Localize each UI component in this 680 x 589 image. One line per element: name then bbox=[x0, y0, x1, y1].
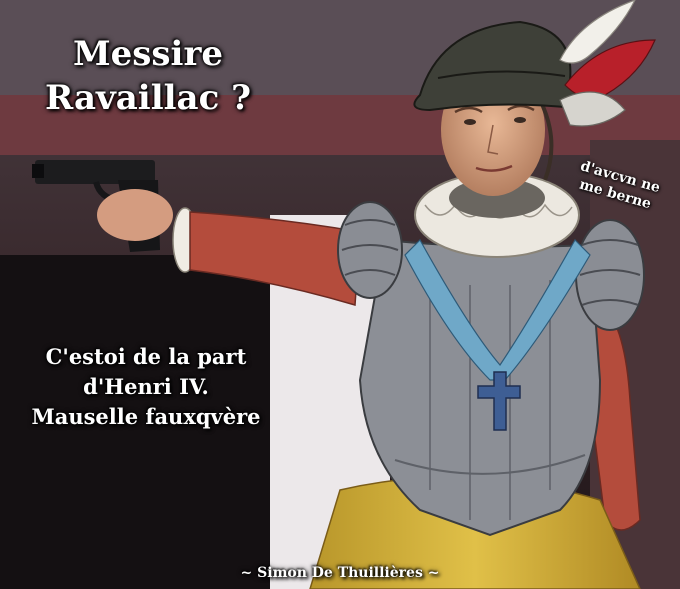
quote-caption: C'estoi de la part d'Henri IV. Mauselle … bbox=[10, 342, 282, 432]
author-credit: ~ Simon De Thuillières ~ bbox=[240, 565, 440, 581]
quote-line-3: Mauselle fauxqvère bbox=[31, 404, 261, 429]
right-pauldron bbox=[575, 219, 645, 331]
quote-line-1: C'estoi de la part bbox=[45, 344, 247, 369]
hand bbox=[97, 189, 173, 241]
title-line-2: Ravaillac ? bbox=[44, 78, 252, 118]
title-caption: Messire Ravaillac ? bbox=[18, 32, 278, 120]
quote-line-2: d'Henri IV. bbox=[83, 374, 209, 399]
left-pauldron bbox=[337, 201, 403, 299]
title-line-1: Messire bbox=[72, 34, 223, 74]
meme-image: Messire Ravaillac ? C'estoi de la part d… bbox=[0, 0, 680, 589]
